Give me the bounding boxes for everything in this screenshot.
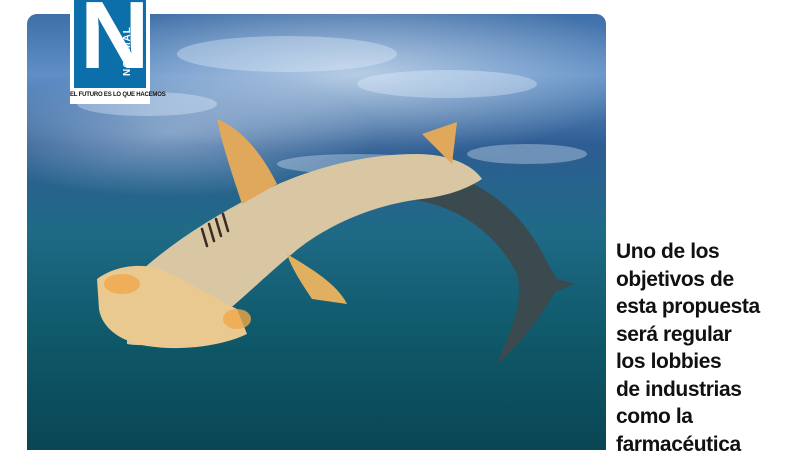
quote-line: objetivos de <box>616 266 796 294</box>
quote-line: farmacéutica <box>616 431 796 458</box>
logo-badge: N NORMAL <box>74 0 146 88</box>
logo-tagline: EL FUTURO ES LO QUE HACEMOS <box>70 92 150 98</box>
quote-line: de industrias <box>616 376 796 404</box>
quote-line: Uno de los <box>616 238 796 266</box>
quote-line: los lobbies <box>616 348 796 376</box>
brand-logo[interactable]: N NORMAL EL FUTURO ES LO QUE HACEMOS <box>70 0 150 104</box>
logo-wordmark: NORMAL <box>122 26 133 76</box>
quote-line: será regular <box>616 321 796 349</box>
pull-quote: Uno de los objetivos de esta propuesta s… <box>616 238 796 458</box>
quote-line: como la <box>616 403 796 431</box>
logo-letter: N <box>80 0 149 84</box>
quote-line: esta propuesta <box>616 293 796 321</box>
